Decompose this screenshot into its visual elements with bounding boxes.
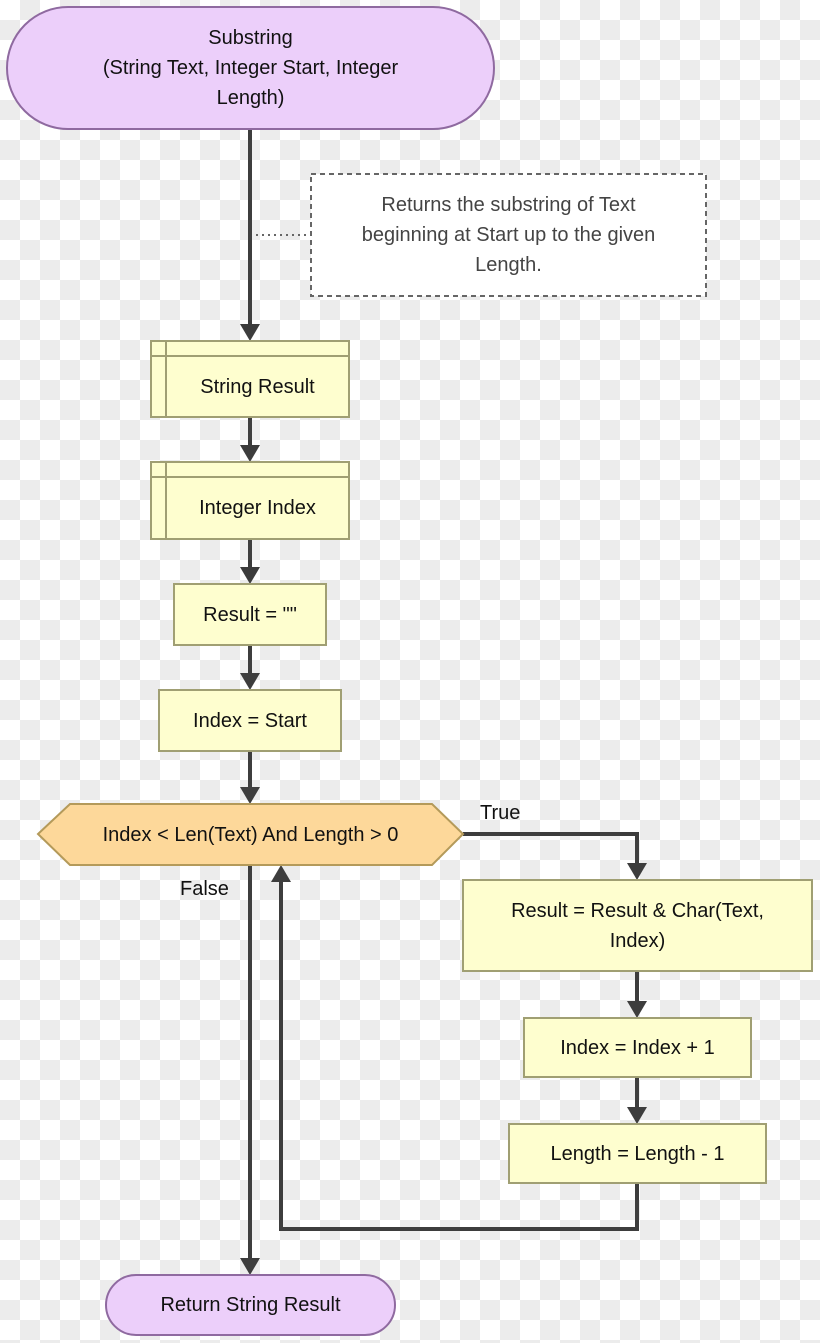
init-index-label: Index = Start	[193, 709, 307, 732]
arrowhead	[240, 787, 260, 804]
decl-result-label: String Result	[200, 375, 315, 398]
arrowhead	[240, 324, 260, 341]
condition-label: Index < Len(Text) And Length > 0	[102, 823, 399, 846]
decl-result-node: String Result	[166, 356, 349, 417]
inc-index-node: Index = Index + 1	[524, 1018, 751, 1077]
arrowhead	[240, 673, 260, 690]
edge-true-branch	[463, 832, 639, 868]
condition-node: Index < Len(Text) And Length > 0	[38, 804, 463, 865]
arrowhead	[240, 1258, 260, 1275]
note-line-3: Length.	[475, 254, 542, 276]
arrowhead	[627, 1107, 647, 1124]
arrowhead	[240, 567, 260, 584]
dec-length-node: Length = Length - 1	[509, 1124, 766, 1183]
start-line-3: Length)	[216, 87, 285, 109]
end-terminal: Return String Result	[106, 1275, 395, 1335]
append-line-1: Result = Result & Char(Text,	[511, 899, 764, 922]
end-label: Return String Result	[160, 1294, 341, 1316]
note-line-2: beginning at Start up to the given	[361, 224, 656, 246]
init-result-label: Result = ""	[203, 603, 297, 626]
arrowhead	[627, 863, 647, 880]
arrowhead	[271, 865, 291, 882]
note-line-1: Returns the substring of Text	[381, 194, 636, 216]
start-terminal: Substring (String Text, Integer Start, I…	[7, 7, 494, 129]
start-line-2: (String Text, Integer Start, Integer	[102, 57, 399, 79]
dec-length-label: Length = Length - 1	[550, 1142, 725, 1165]
start-line-1: Substring	[208, 27, 293, 49]
note-annotation: Returns the substring of Text beginning …	[311, 174, 706, 296]
inc-index-label: Index = Index + 1	[560, 1036, 715, 1059]
decl-index-node: Integer Index	[166, 477, 349, 539]
append-line-2: Index)	[609, 929, 666, 952]
arrowhead	[627, 1001, 647, 1018]
append-node: Result = Result & Char(Text, Index)	[463, 880, 812, 971]
arrowhead	[240, 445, 260, 462]
init-result-node: Result = ""	[174, 584, 326, 645]
true-label: True	[480, 802, 521, 824]
false-label: False	[180, 878, 229, 900]
init-index-node: Index = Start	[159, 690, 341, 751]
decl-index-label: Integer Index	[199, 497, 316, 519]
